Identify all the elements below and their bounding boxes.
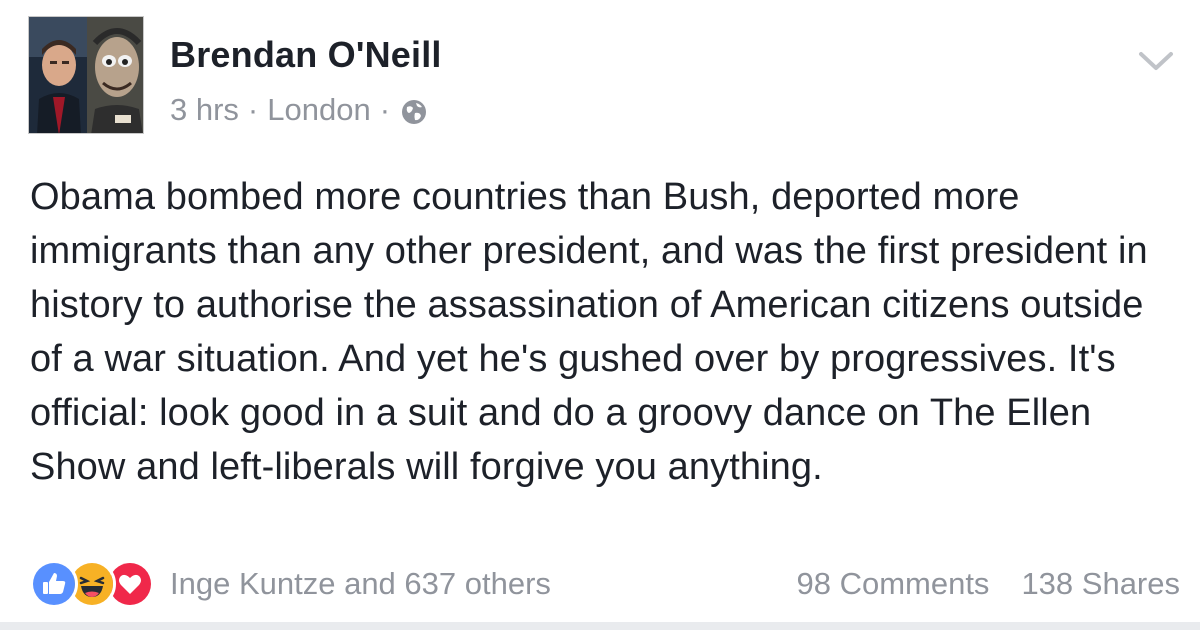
avatar-image bbox=[29, 17, 143, 133]
post-timestamp[interactable]: 3 hrs bbox=[170, 92, 239, 128]
author-avatar[interactable] bbox=[28, 16, 144, 134]
comments-count[interactable]: 98 Comments bbox=[796, 566, 989, 602]
reaction-icons[interactable] bbox=[30, 560, 154, 608]
like-icon bbox=[30, 560, 78, 608]
author-name[interactable]: Brendan O'Neill bbox=[170, 34, 442, 76]
shares-count[interactable]: 138 Shares bbox=[1021, 566, 1180, 602]
meta-separator: · bbox=[379, 92, 391, 127]
post-meta: 3 hrs · London · bbox=[170, 92, 427, 128]
facebook-post: Brendan O'Neill 3 hrs · London · Obama b… bbox=[0, 0, 1200, 630]
post-text: Obama bombed more countries than Bush, d… bbox=[30, 176, 1148, 488]
chevron-down-icon[interactable] bbox=[1136, 48, 1176, 74]
reactors-summary[interactable]: Inge Kuntze and 637 others bbox=[170, 566, 551, 602]
post-footer: Inge Kuntze and 637 others 98 Comments 1… bbox=[30, 558, 1180, 610]
meta-separator: · bbox=[247, 92, 259, 127]
post-divider bbox=[0, 622, 1200, 630]
globe-icon[interactable] bbox=[401, 97, 427, 124]
post-location[interactable]: London bbox=[267, 92, 370, 128]
